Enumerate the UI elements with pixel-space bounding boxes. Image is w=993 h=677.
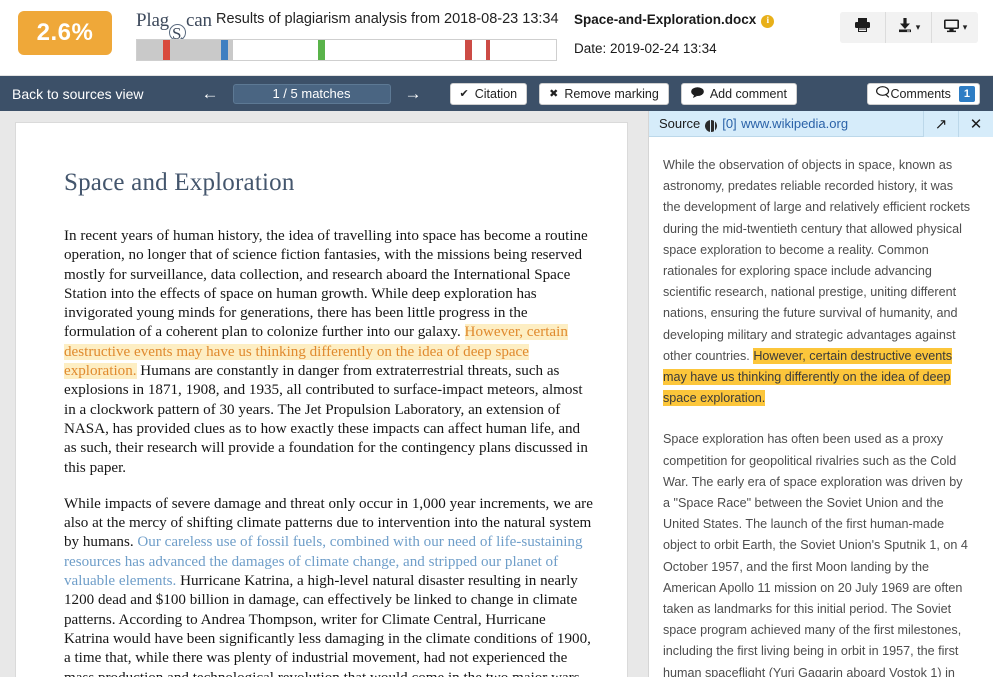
document-viewer[interactable]: Space and Exploration In recent years of… (0, 111, 640, 677)
matchbar-tick (485, 40, 490, 60)
document-filename-text: Space-and-Exploration.docx (574, 12, 757, 27)
download-button[interactable]: ▾ (886, 12, 932, 43)
chevron-down-icon: ▾ (915, 22, 921, 32)
source-panel: Source [0] www.wikipedia.org ↗ ✕ While t… (648, 111, 993, 677)
document-date: Date: 2019-02-24 13:34 (574, 41, 717, 56)
speech-bubble-icon (691, 86, 704, 101)
document-filename: Space-and-Exploration.docx i (574, 12, 775, 28)
citation-button[interactable]: ✔ Citation (449, 82, 528, 105)
plagscan-logo: Plag Scan (136, 10, 212, 44)
source-paragraph-1: While the observation of objects in spac… (663, 155, 973, 409)
comments-label: Comments (890, 86, 951, 101)
match-distribution-bar[interactable] (136, 39, 557, 61)
back-to-sources-link[interactable]: Back to sources view (12, 86, 144, 102)
source-panel-body[interactable]: While the observation of objects in spac… (649, 137, 993, 677)
paragraph-1-post: Humans are constantly in danger from ext… (64, 363, 588, 476)
citation-label: Citation (474, 86, 518, 101)
matchbar-tick (220, 40, 228, 60)
source-index[interactable]: [0] (722, 116, 736, 131)
add-comment-button[interactable]: Add comment (680, 82, 797, 105)
source-paragraph-2: Space exploration has often been used as… (663, 432, 968, 677)
document-paragraph-2: While impacts of severe damage and threa… (64, 495, 593, 677)
printer-icon (854, 17, 871, 38)
matchbar-tick (162, 40, 170, 60)
info-icon[interactable]: i (761, 15, 775, 28)
match-counter[interactable]: 1 / 5 matches (232, 83, 391, 104)
header-actions: ▾ ▾ (840, 12, 978, 43)
page-title: Space and Exploration (64, 169, 295, 196)
open-external-button[interactable]: ↗ (923, 111, 958, 137)
source-label: Source (659, 116, 701, 131)
analysis-title: Results of plagiarism analysis from 2018… (216, 11, 559, 27)
chevron-down-icon: ▾ (962, 22, 968, 32)
download-icon (897, 17, 913, 38)
remove-marking-button[interactable]: ✖ Remove marking (539, 82, 669, 105)
app-header: 2.6% Plag Scan Results of plagiarism anal… (0, 0, 993, 76)
display-button[interactable]: ▾ (932, 12, 978, 43)
source-panel-controls: ↗ ✕ (923, 111, 993, 137)
matchbar-gray-segment (137, 40, 233, 60)
matchbar-tick (465, 40, 473, 60)
matchbar-tick (318, 40, 326, 60)
navigation-toolbar: Back to sources view ← 1 / 5 matches → ✔… (0, 76, 993, 111)
source-panel-header: Source [0] www.wikipedia.org ↗ ✕ (649, 111, 993, 137)
close-icon[interactable]: ✕ (958, 111, 993, 137)
cross-icon: ✖ (549, 88, 559, 100)
source-paragraph-1-pre: While the observation of objects in spac… (663, 158, 971, 363)
source-url-link[interactable]: www.wikipedia.org (741, 116, 848, 131)
plagiarism-score-badge: 2.6% (18, 11, 112, 55)
next-match-button[interactable]: → (397, 85, 430, 102)
comments-button[interactable]: Comments 1 (867, 82, 980, 105)
document-page: Space and Exploration In recent years of… (15, 122, 628, 677)
remove-marking-label: Remove marking (564, 86, 659, 101)
main-content: Space and Exploration In recent years of… (0, 111, 993, 677)
globe-icon (705, 119, 718, 132)
previous-match-button[interactable]: ← (194, 85, 227, 102)
logo-text-left: Plag (136, 10, 169, 31)
comment-icon (876, 86, 890, 101)
comments-count-badge: 1 (958, 85, 975, 102)
logo-text-right: can (185, 10, 212, 31)
check-icon: ✔ (459, 88, 469, 100)
monitor-icon (943, 18, 960, 38)
print-button[interactable] (840, 12, 886, 43)
add-comment-label: Add comment (709, 86, 787, 101)
document-paragraph-1: In recent years of human history, the id… (64, 227, 593, 478)
